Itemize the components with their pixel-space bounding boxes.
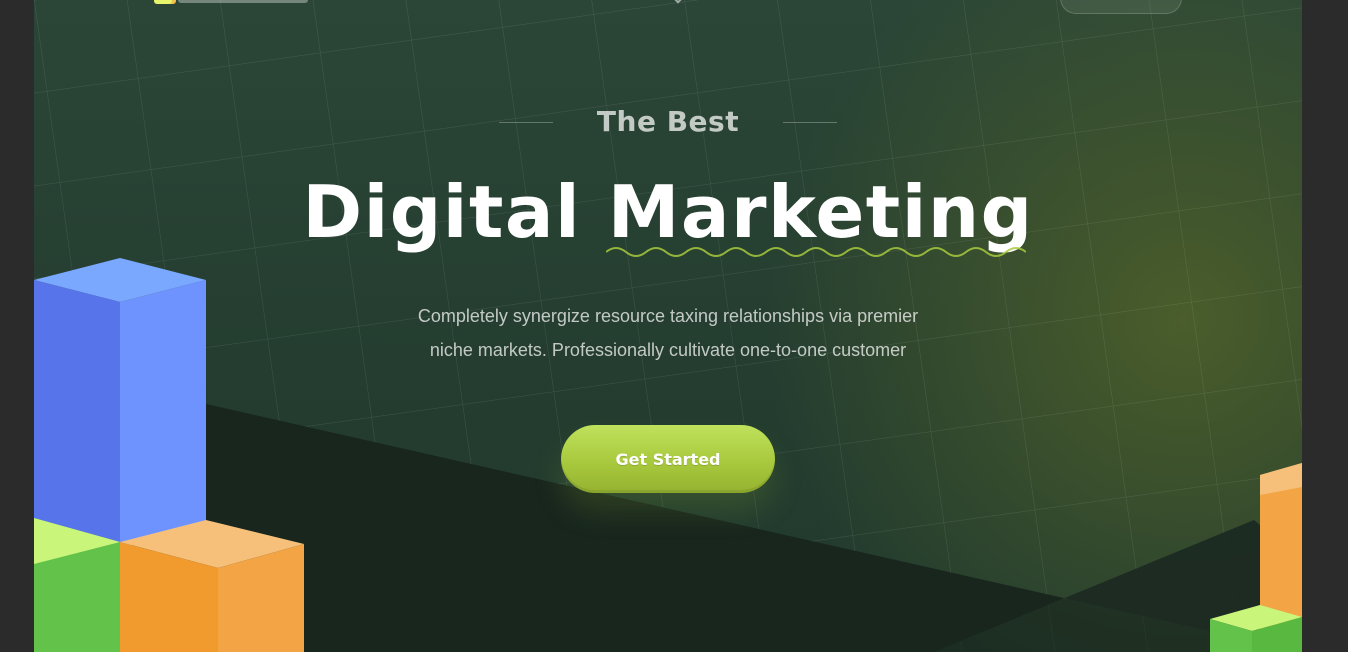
get-started-button[interactable]: Get Started [561,425,775,493]
chevron-down-icon[interactable] [672,0,684,4]
eyebrow: The Best [34,108,1302,136]
decorative-cubes-right [1210,463,1302,652]
eyebrow-rule-right [783,121,838,123]
eyebrow-text: The Best [596,105,740,138]
logo-wordmark [178,0,308,3]
description-line-1: Completely synergize resource taxing rel… [417,306,919,326]
hero-section: The Best Digital Marketing Completely sy… [34,0,1302,652]
logo[interactable] [154,0,324,4]
eyebrow-rule-left [498,121,553,123]
hero-description: Completely synergize resource taxing rel… [34,299,1302,367]
header-button[interactable] [1060,0,1182,14]
headline-part2: Marketing [607,170,1034,254]
logo-mark [154,0,172,4]
browser-frame: The Best Digital Marketing Completely sy… [0,0,1348,652]
get-started-label: Get Started [615,449,721,469]
headline-part1: Digital [302,170,582,254]
page-title: Digital Marketing [34,176,1302,257]
description-line-2: niche markets. Professionally cultivate … [429,340,907,360]
headline-accent: Marketing [605,176,1034,257]
